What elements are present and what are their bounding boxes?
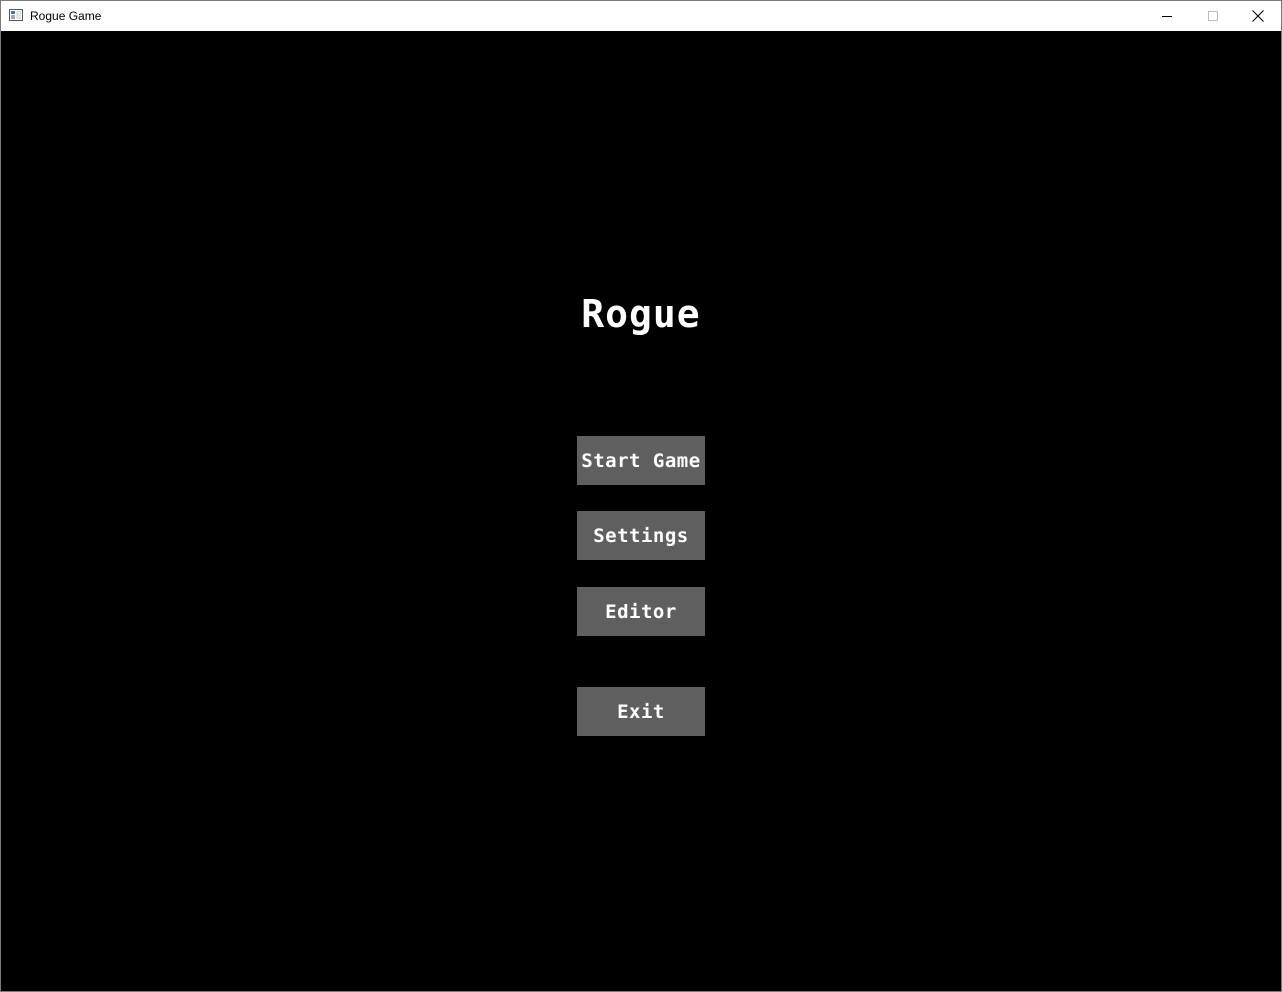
app-icon	[9, 9, 23, 21]
close-button[interactable]	[1235, 1, 1281, 31]
maximize-button[interactable]	[1190, 1, 1236, 31]
settings-button[interactable]: Settings	[577, 511, 705, 560]
title-bar[interactable]: Rogue Game	[1, 1, 1281, 31]
exit-button[interactable]: Exit	[577, 687, 705, 736]
minimize-icon	[1162, 16, 1172, 17]
close-icon	[1252, 10, 1264, 22]
game-title: Rogue	[581, 292, 701, 336]
minimize-button[interactable]	[1144, 1, 1190, 31]
start-game-button[interactable]: Start Game	[577, 436, 705, 485]
maximize-icon	[1208, 11, 1218, 21]
window-title: Rogue Game	[30, 9, 102, 23]
game-canvas[interactable]: Rogue Start Game Settings Editor Exit	[1, 31, 1281, 991]
app-window: Rogue Game Rogue Start Game Settings Edi…	[0, 0, 1282, 992]
editor-button[interactable]: Editor	[577, 587, 705, 636]
